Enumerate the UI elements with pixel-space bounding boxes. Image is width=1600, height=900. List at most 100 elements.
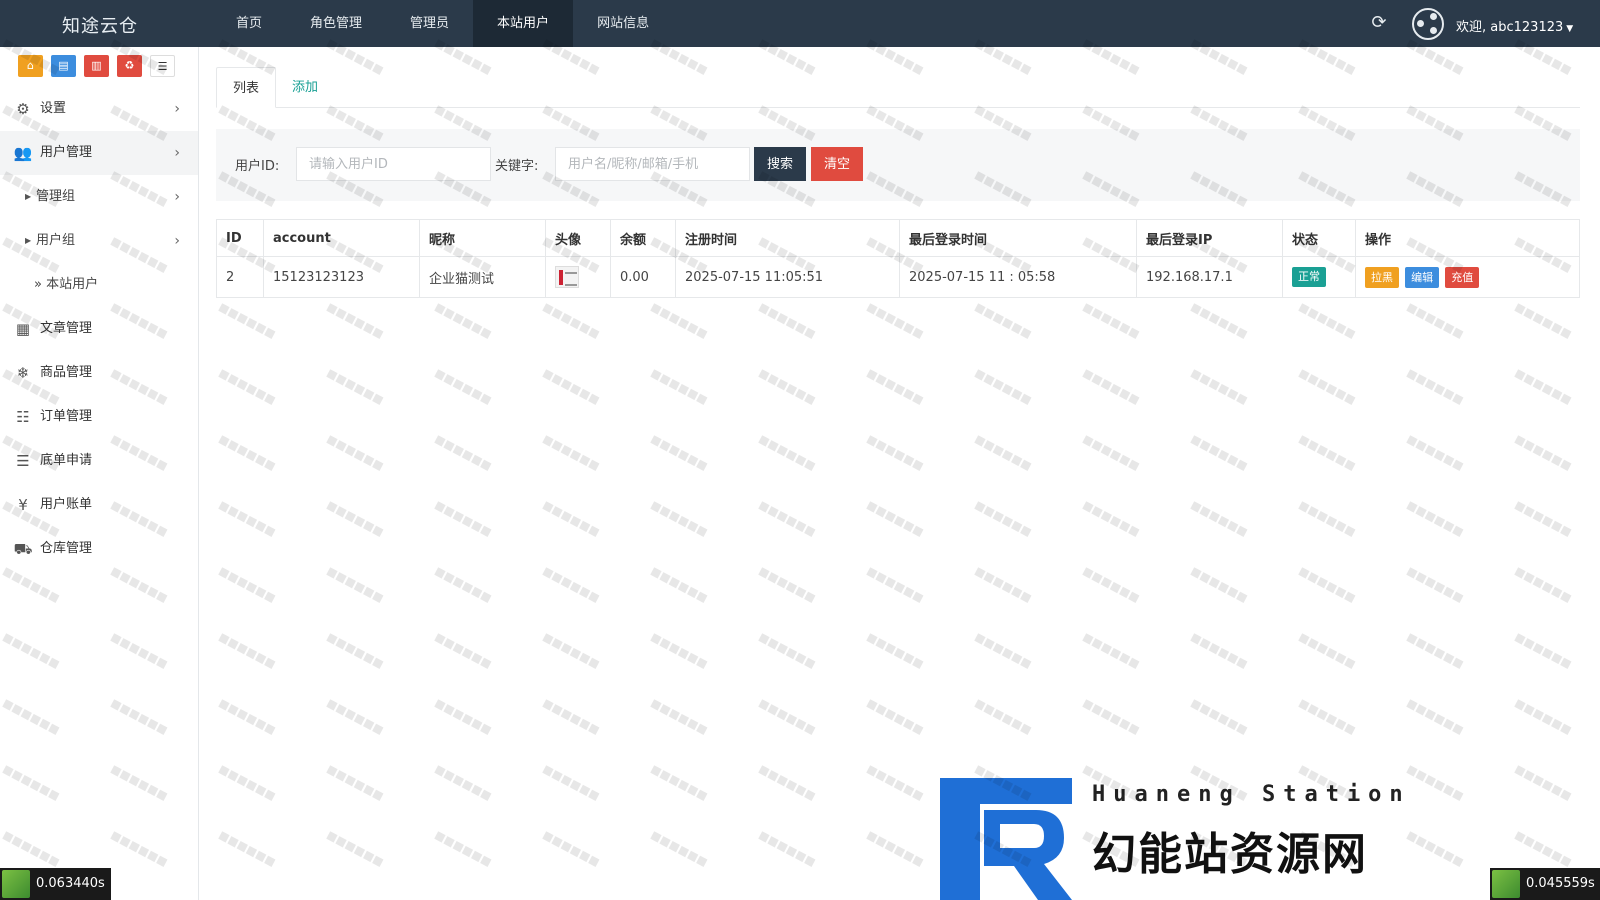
top-nav: 首页 角色管理 管理员 本站用户 网站信息 xyxy=(212,0,673,47)
col-last-ip: 最后登录IP xyxy=(1136,219,1283,257)
clear-button[interactable]: 清空 xyxy=(811,147,864,181)
sidebar-item-warehouse[interactable]: ⛟ 仓库管理 xyxy=(0,527,198,571)
sidebar-item-label: 用户账单 xyxy=(40,497,93,512)
sidebar-item-label: 订单管理 xyxy=(40,409,93,424)
col-reg-time: 注册时间 xyxy=(675,219,900,257)
sidebar-item-label: 文章管理 xyxy=(40,321,93,336)
sidebar-item-user-management[interactable]: 👥 用户管理 › xyxy=(0,131,198,175)
nav-site-users[interactable]: 本站用户 xyxy=(473,0,574,47)
welcome-text: 欢迎, abc123123 xyxy=(1456,20,1564,35)
cell-avatar xyxy=(545,256,611,298)
recharge-button[interactable]: 充值 xyxy=(1445,266,1480,288)
timer-right: 0.045559s xyxy=(1490,868,1600,900)
sidebar-item-label: 用户组 xyxy=(36,233,76,248)
chevron-right-icon: › xyxy=(174,145,180,161)
keyword-label: 关键字: xyxy=(495,159,539,174)
top-bar: 知途云仓 首页 角色管理 管理员 本站用户 网站信息 ⟳ 欢迎, abc1231… xyxy=(0,0,1600,47)
col-last-login: 最后登录时间 xyxy=(899,219,1137,257)
logo-cn-text: 幻能站资源网 xyxy=(1092,829,1368,880)
cell-balance: 0.00 xyxy=(610,256,676,298)
timer-right-value: 0.045559s xyxy=(1526,876,1595,891)
refresh-icon[interactable]: ⟳ xyxy=(1368,12,1390,34)
tab-list[interactable]: 列表 xyxy=(216,67,277,108)
home-icon[interactable]: ⌂ xyxy=(18,55,43,77)
sidebar-item-products[interactable]: ❄ 商品管理 xyxy=(0,351,198,395)
caret-down-icon: ▼ xyxy=(1566,24,1574,34)
sidebar-item-site-users[interactable]: » 本站用户 xyxy=(0,263,198,307)
sidebar-item-bottom-requests[interactable]: ☰ 底单申请 xyxy=(0,439,198,483)
users-icon: 👥 xyxy=(13,144,33,162)
cell-nickname: 企业猫测试 xyxy=(419,256,546,298)
keyword-input[interactable] xyxy=(555,147,750,181)
sidebar-item-articles[interactable]: ▦ 文章管理 xyxy=(0,307,198,351)
share-icon[interactable] xyxy=(1412,8,1444,40)
sidebar-item-orders[interactable]: ☷ 订单管理 xyxy=(0,395,198,439)
list-icon: ☰ xyxy=(16,452,30,470)
main-content: 列表 添加 用户ID: 关键字: 搜索 清空 ID account 昵称 头像 … xyxy=(200,47,1600,900)
chevron-right-icon: › xyxy=(174,101,180,117)
recycle-icon[interactable]: ♻ xyxy=(117,55,142,77)
sidebar-item-user-bills[interactable]: ¥ 用户账单 xyxy=(0,483,198,527)
leaf-icon xyxy=(1492,870,1520,898)
col-avatar: 头像 xyxy=(545,219,611,257)
truck-icon: ⛟ xyxy=(13,540,33,558)
search-panel: 用户ID: 关键字: 搜索 清空 xyxy=(216,129,1580,201)
chevron-right-icon: › xyxy=(174,233,180,249)
yen-icon: ¥ xyxy=(18,496,28,514)
timer-left: 0.063440s xyxy=(0,868,111,900)
snowflake-icon: ❄ xyxy=(16,364,30,382)
brand-title: 知途云仓 xyxy=(62,16,138,37)
server-icon: ☷ xyxy=(16,408,30,426)
sidebar-item-label: 管理组 xyxy=(36,189,76,204)
tab-bar: 列表 添加 xyxy=(216,67,1580,108)
col-actions: 操作 xyxy=(1355,219,1580,257)
col-balance: 余额 xyxy=(610,219,676,257)
user-id-input[interactable] xyxy=(296,147,491,181)
avatar[interactable] xyxy=(555,266,579,288)
shortcut-bar: ⌂ ▤ ▥ ♻ ☰ xyxy=(0,47,198,87)
cell-id: 2 xyxy=(216,256,264,298)
triangle-icon: ▶ xyxy=(25,236,32,245)
nav-roles[interactable]: 角色管理 xyxy=(286,0,386,47)
edit-button[interactable]: 编辑 xyxy=(1405,266,1440,288)
sidebar-item-user-group[interactable]: ▶ 用户组 › xyxy=(0,219,198,263)
trash-icon[interactable]: ▥ xyxy=(84,55,109,77)
user-menu[interactable]: 欢迎, abc123123 ▼ xyxy=(1456,16,1573,35)
col-nickname: 昵称 xyxy=(419,219,546,257)
triangle-icon: ▶ xyxy=(25,192,32,201)
leaf-icon xyxy=(2,870,30,898)
blacklist-button[interactable]: 拉黑 xyxy=(1365,266,1399,288)
chevron-right-icon: › xyxy=(174,189,180,205)
sidebar-item-label: 仓库管理 xyxy=(40,541,93,556)
nav-site-info[interactable]: 网站信息 xyxy=(573,0,673,47)
sidebar: ⌂ ▤ ▥ ♻ ☰ ⚙ 设置 › 👥 用户管理 › ▶ 管理组 › ▶ 用户组 › » 本站用户… xyxy=(0,47,199,900)
cell-last-login: 2025-07-15 11 : 05:58 xyxy=(899,256,1137,298)
list-icon[interactable]: ☰ xyxy=(150,55,175,77)
file-icon[interactable]: ▤ xyxy=(51,55,76,77)
col-id: ID xyxy=(216,219,264,257)
search-button[interactable]: 搜索 xyxy=(754,147,807,181)
nav-home[interactable]: 首页 xyxy=(212,0,286,47)
newspaper-icon: ▦ xyxy=(15,320,31,338)
cell-last-ip: 192.168.17.1 xyxy=(1136,256,1283,298)
sidebar-item-admin-group[interactable]: ▶ 管理组 › xyxy=(0,175,198,219)
sidebar-item-settings[interactable]: ⚙ 设置 › xyxy=(0,87,198,131)
col-status: 状态 xyxy=(1282,219,1356,257)
sidebar-item-label: 商品管理 xyxy=(40,365,93,380)
cell-status: 正常 xyxy=(1282,256,1356,298)
sidebar-item-label: 底单申请 xyxy=(40,453,93,468)
site-logo: Huaneng Station 幻能站资源网 xyxy=(940,778,1450,900)
sidebar-item-label: 用户管理 xyxy=(40,145,93,160)
tab-add[interactable]: 添加 xyxy=(276,67,334,108)
table-row: 2 15123123123 企业猫测试 0.00 2025-07-15 11:0… xyxy=(216,256,1580,298)
col-account: account xyxy=(263,219,420,257)
nav-admins[interactable]: 管理员 xyxy=(386,0,473,47)
sidebar-item-label: 设置 xyxy=(40,101,67,116)
gear-icon: ⚙ xyxy=(16,100,30,118)
user-id-label: 用户ID: xyxy=(235,159,280,174)
logo-en-text: Huaneng Station xyxy=(1092,782,1411,807)
cell-reg-time: 2025-07-15 11:05:51 xyxy=(675,256,900,298)
users-table: ID account 昵称 头像 余额 注册时间 最后登录时间 最后登录IP 状… xyxy=(216,219,1580,298)
cell-actions: 拉黑 编辑 充值 xyxy=(1355,256,1580,298)
cell-account: 15123123123 xyxy=(263,256,420,298)
